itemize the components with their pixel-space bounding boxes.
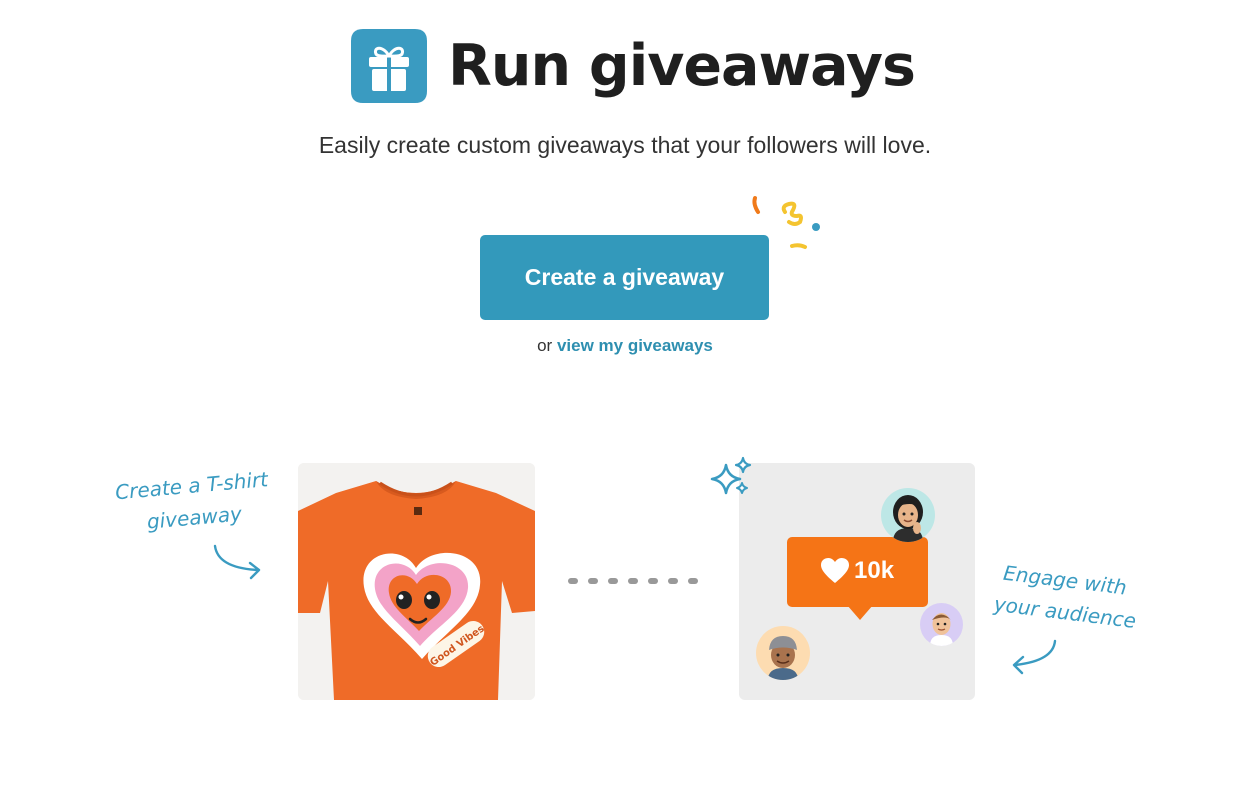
tshirt-image: Good Vibes bbox=[298, 463, 535, 700]
dots-connector bbox=[568, 578, 698, 584]
sparkle-icon bbox=[710, 456, 752, 495]
page-subtitle: Easily create custom giveaways that your… bbox=[318, 132, 932, 158]
heart-icon bbox=[821, 558, 849, 583]
alt-link-prefix: or bbox=[537, 336, 553, 355]
tshirt-note: Create a T-shirt giveaway bbox=[108, 463, 278, 541]
like-bubble-tail bbox=[847, 605, 873, 620]
view-giveaways-link[interactable]: view my giveaways bbox=[557, 336, 713, 355]
page-title: Run giveaways bbox=[448, 33, 916, 99]
like-count: 10k bbox=[854, 557, 895, 584]
avatar bbox=[756, 626, 810, 680]
view-giveaways-row: or view my giveaways bbox=[0, 335, 1250, 357]
engage-note: Engage with your audience bbox=[992, 556, 1138, 636]
tshirt-illustration: Good Vibes bbox=[298, 463, 535, 700]
create-giveaway-button[interactable]: Create a giveaway bbox=[480, 235, 769, 320]
giveaways-page: Run giveaways Easily create custom givea… bbox=[0, 0, 1250, 788]
curved-arrow-icon bbox=[213, 544, 261, 580]
avatar bbox=[881, 488, 935, 542]
page-header: Run giveaways bbox=[0, 22, 1250, 112]
gift-icon bbox=[351, 29, 427, 103]
curved-arrow-icon bbox=[1012, 639, 1057, 675]
avatar bbox=[920, 603, 963, 646]
